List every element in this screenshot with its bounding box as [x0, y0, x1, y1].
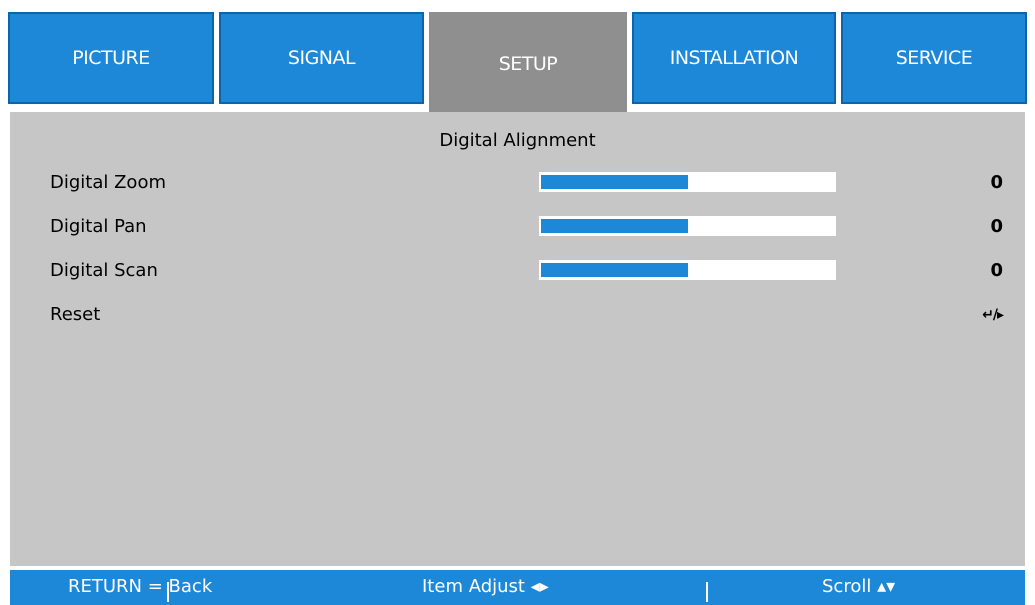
tab-label: SIGNAL [287, 47, 356, 69]
tab-installation[interactable]: INSTALLATION [632, 12, 836, 104]
digital-scan-slider[interactable] [539, 260, 836, 280]
slider-fill [541, 219, 688, 233]
row-label: Reset [50, 304, 101, 325]
separator [706, 582, 708, 602]
footer-hint-bar: RETURN = Back Item Adjust ◂▸ Scroll ▴▾ [10, 570, 1025, 605]
tab-setup[interactable]: SETUP [429, 12, 627, 116]
scroll-hint: Scroll ▴▾ [822, 576, 896, 597]
digital-zoom-row[interactable]: Digital Zoom 0 [50, 168, 1003, 198]
tab-label: INSTALLATION [669, 47, 799, 69]
panel-title: Digital Alignment [439, 130, 596, 151]
digital-pan-row[interactable]: Digital Pan 0 [50, 212, 1003, 242]
digital-zoom-slider[interactable] [539, 172, 836, 192]
tab-label: PICTURE [72, 47, 150, 69]
slider-fill [541, 175, 688, 189]
separator [167, 582, 169, 602]
tab-label: SETUP [498, 53, 558, 75]
digital-scan-row[interactable]: Digital Scan 0 [50, 256, 1003, 286]
osd-menu: PICTURE SIGNAL SETUP INSTALLATION SERVIC… [8, 8, 1027, 605]
reset-row[interactable]: Reset ↵/▸ [50, 300, 1004, 330]
row-value: 0 [990, 216, 1003, 237]
row-label: Digital Zoom [50, 172, 166, 193]
row-label: Digital Pan [50, 216, 147, 237]
tab-label: SERVICE [895, 47, 973, 69]
tab-service[interactable]: SERVICE [841, 12, 1027, 104]
return-hint: RETURN = Back [68, 576, 213, 597]
row-label: Digital Scan [50, 260, 158, 281]
row-value: 0 [990, 260, 1003, 281]
enter-arrow-icon[interactable]: ↵/▸ [982, 307, 1004, 323]
slider-fill [541, 263, 688, 277]
row-value: 0 [990, 172, 1003, 193]
tab-picture[interactable]: PICTURE [8, 12, 214, 104]
tab-signal[interactable]: SIGNAL [219, 12, 424, 104]
item-adjust-hint: Item Adjust ◂▸ [422, 576, 549, 597]
digital-pan-slider[interactable] [539, 216, 836, 236]
settings-panel: Digital Alignment Digital Zoom 0 Digital… [10, 112, 1025, 566]
